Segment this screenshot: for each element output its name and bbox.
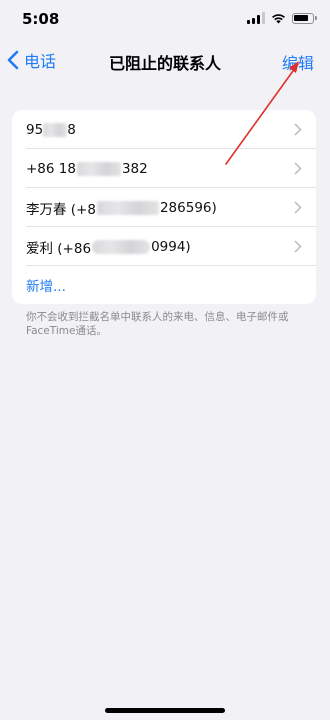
contact-prefix: +86 18 [26, 160, 76, 177]
status-time: 5:08 [22, 10, 60, 28]
list-item[interactable]: 爱利 (+86 0994) [12, 227, 316, 266]
chevron-right-icon [294, 162, 302, 175]
chevron-right-icon [294, 240, 302, 253]
battery-icon [292, 12, 317, 24]
redacted-mask [76, 161, 121, 176]
contact-suffix: 8 [67, 121, 76, 138]
chevron-right-icon [294, 201, 302, 214]
annotation-arrow [225, 61, 299, 165]
list-item[interactable]: +86 18 382 [12, 149, 316, 188]
redacted-mask [43, 122, 68, 137]
edit-button[interactable]: 编辑 [282, 50, 314, 74]
wifi-icon [272, 13, 285, 23]
chevron-right-icon [294, 123, 302, 136]
add-new-button[interactable]: 新增... [12, 266, 316, 304]
contact-prefix: 李万春 (+8 [26, 201, 96, 218]
list-item[interactable]: 李万春 (+8 286596) [12, 188, 316, 227]
footer-note: 你不会收到拦截名单中联系人的来电、信息、电子邮件或FaceTime通话。 [26, 311, 289, 337]
redacted-mask [92, 239, 151, 254]
list-item[interactable]: 95 8 [12, 110, 316, 149]
home-indicator[interactable] [105, 708, 225, 713]
page-title: 已阻止的联系人 [108, 54, 221, 73]
status-icons [247, 12, 317, 24]
contact-suffix: 382 [121, 160, 148, 177]
row-divider [26, 265, 316, 266]
contact-suffix: 0994) [151, 238, 191, 255]
blocked-contacts-list: 95 8 +86 18 382 李万春 (+8 286596) 爱利 (+86 … [12, 110, 316, 304]
status-bar: 5:08 [0, 0, 330, 40]
redacted-mask [96, 200, 159, 215]
contact-prefix: 95 [26, 121, 44, 138]
contact-suffix: 286596) [159, 199, 217, 216]
navigation-bar: 电话 已阻止的联系人 编辑 [0, 44, 330, 78]
contact-prefix: 爱利 (+86 [26, 240, 92, 257]
cellular-signal-icon [247, 12, 265, 24]
